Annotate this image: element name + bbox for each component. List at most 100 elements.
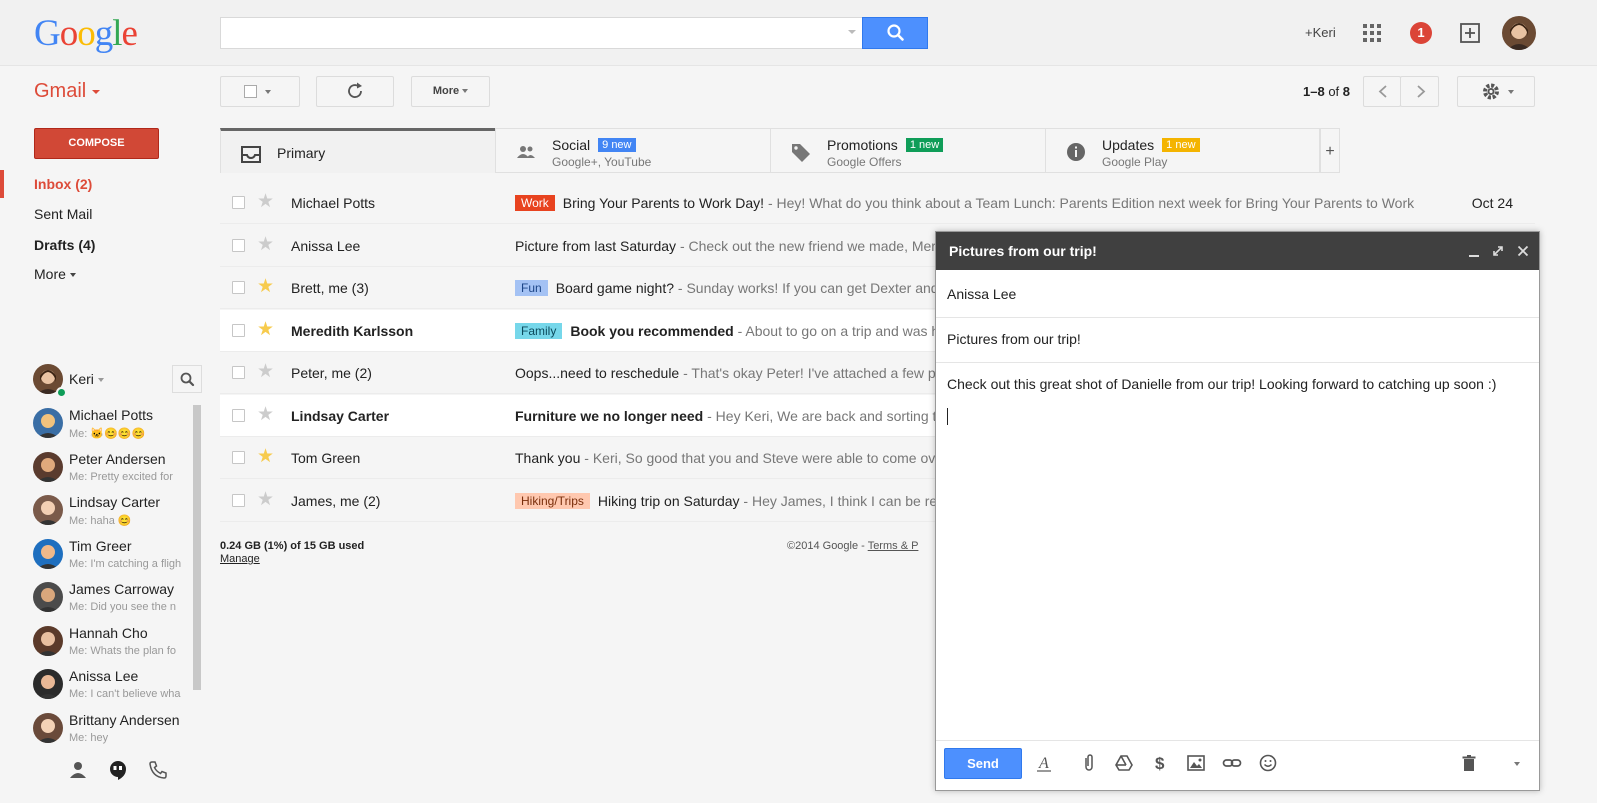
- row-checkbox[interactable]: [232, 281, 245, 294]
- email-subject: Picture from last Saturday: [515, 237, 677, 254]
- attach-file-icon[interactable]: [1079, 753, 1099, 773]
- manage-storage-link[interactable]: Manage: [220, 553, 260, 565]
- search-options-caret-icon[interactable]: [848, 30, 856, 34]
- search-button[interactable]: [862, 17, 928, 49]
- insert-photo-icon[interactable]: [1186, 753, 1206, 773]
- star-icon[interactable]: ★: [257, 447, 274, 467]
- share-plus-icon[interactable]: [1459, 22, 1481, 44]
- nav-item-drafts[interactable]: Drafts (4): [34, 237, 95, 253]
- compose-subject-field[interactable]: Pictures from our trip!: [947, 331, 1081, 347]
- email-snippet: - Sunday works! If you can get Dexter an…: [674, 280, 939, 296]
- compose-title: Pictures from our trip!: [949, 243, 1097, 259]
- compose-body-field[interactable]: Check out this great shot of Danielle fr…: [947, 376, 1496, 392]
- divider: [936, 317, 1539, 318]
- star-icon[interactable]: ★: [257, 404, 274, 425]
- close-icon[interactable]: [1515, 243, 1531, 259]
- email-row[interactable]: ★ Michael Potts Work Bring Your Parents to …: [220, 182, 1535, 224]
- row-checkbox[interactable]: [232, 493, 245, 507]
- hangouts-quote-icon[interactable]: [107, 759, 129, 781]
- tab-label: Updates 1 new: [1102, 137, 1200, 153]
- account-avatar[interactable]: [1502, 16, 1536, 50]
- hangouts-contact[interactable]: Peter Andersen Me: Pretty excited for: [0, 449, 190, 492]
- row-checkbox[interactable]: [232, 323, 245, 337]
- email-sender: Lindsay Carter: [291, 407, 390, 424]
- terms-link[interactable]: Terms & P: [868, 540, 919, 552]
- google-drive-icon[interactable]: [1114, 753, 1134, 773]
- email-subject: Hiking trip on Saturday: [597, 492, 740, 509]
- tab-primary[interactable]: Primary: [220, 128, 496, 173]
- star-icon[interactable]: ★: [257, 234, 274, 255]
- google-logo[interactable]: Google: [34, 12, 138, 56]
- more-actions-button[interactable]: More: [411, 76, 490, 107]
- hangouts-contact[interactable]: Anissa Lee Me: I can't believe wha: [0, 666, 190, 709]
- gmail-app-menu[interactable]: Gmail: [34, 80, 101, 103]
- plus-user-link[interactable]: +Keri: [1305, 25, 1336, 40]
- email-snippet: - Hey James, I think I can be re: [739, 492, 938, 509]
- hangouts-contact[interactable]: James Carroway Me: Did you see the n: [0, 579, 190, 622]
- compose-to-field[interactable]: Anissa Lee: [947, 286, 1016, 302]
- star-icon[interactable]: ★: [257, 489, 274, 510]
- search-input[interactable]: [220, 17, 863, 49]
- emoji-icon[interactable]: [1258, 753, 1278, 773]
- email-label[interactable]: Fun: [515, 280, 548, 296]
- expand-icon[interactable]: [1490, 243, 1506, 259]
- email-label[interactable]: Work: [515, 195, 555, 211]
- nav-item-inbox[interactable]: Inbox (2): [34, 176, 92, 192]
- hangouts-contact[interactable]: Hannah Cho Me: Whats the plan fo: [0, 623, 190, 666]
- chevron-down-icon: [69, 273, 76, 278]
- tab-updates[interactable]: Updates 1 new Google Play: [1045, 128, 1320, 173]
- tab-social[interactable]: Social 9 new Google+, YouTube: [495, 128, 771, 173]
- tab-sublabel: Google+, YouTube: [552, 155, 652, 169]
- contacts-person-icon[interactable]: [68, 760, 88, 780]
- star-icon[interactable]: ★: [257, 319, 274, 340]
- select-all-dropdown[interactable]: [220, 76, 300, 107]
- row-checkbox[interactable]: [232, 408, 245, 422]
- compose-title-bar[interactable]: Pictures from our trip!: [936, 232, 1539, 270]
- notifications-badge[interactable]: 1: [1410, 22, 1432, 44]
- hangouts-contact[interactable]: Brittany Andersen Me: hey: [0, 710, 190, 751]
- send-money-icon[interactable]: $: [1150, 753, 1170, 773]
- row-checkbox[interactable]: [232, 451, 245, 464]
- formatting-icon[interactable]: A: [1034, 753, 1054, 773]
- insert-link-icon[interactable]: [1222, 753, 1242, 773]
- nav-item-more[interactable]: More: [34, 266, 76, 282]
- phone-icon[interactable]: [148, 760, 168, 780]
- refresh-button[interactable]: [316, 76, 394, 107]
- compose-button[interactable]: COMPOSE: [34, 128, 159, 159]
- row-checkbox[interactable]: [232, 366, 245, 379]
- email-label[interactable]: Family: [515, 322, 563, 339]
- hangouts-contact[interactable]: Tim Greer Me: I'm catching a fligh: [0, 536, 190, 579]
- star-icon[interactable]: ★: [257, 192, 274, 212]
- settings-button[interactable]: [1457, 76, 1535, 107]
- contact-name: Brittany Andersen: [69, 711, 180, 728]
- row-checkbox[interactable]: [232, 238, 245, 252]
- add-tab-plus-icon[interactable]: +: [1320, 128, 1340, 173]
- row-checkbox[interactable]: [232, 196, 245, 209]
- hangouts-contact[interactable]: Lindsay Carter Me: haha 😊: [0, 492, 190, 535]
- older-page-button[interactable]: [1363, 76, 1401, 107]
- contact-last-message: Me: Whats the plan fo: [69, 644, 176, 657]
- more-options-chevron-down-icon[interactable]: [1514, 762, 1520, 766]
- hangouts-search-button[interactable]: [172, 365, 202, 393]
- star-icon[interactable]: ★: [257, 362, 274, 382]
- nav-item-sent-mail[interactable]: Sent Mail: [34, 206, 92, 222]
- email-sender: Peter, me (2): [291, 365, 372, 381]
- send-button[interactable]: Send: [944, 748, 1022, 779]
- email-label[interactable]: Hiking/Trips: [515, 492, 590, 509]
- search-icon: [180, 372, 195, 387]
- tab-label-text: Primary: [277, 145, 326, 161]
- email-content: Work Bring Your Parents to Work Day! - He…: [515, 195, 1435, 211]
- email-snippet: - Hey Keri, We are back and sorting t: [703, 407, 937, 424]
- apps-grid-icon[interactable]: [1363, 24, 1381, 42]
- hangouts-status-menu[interactable]: Keri: [69, 371, 104, 387]
- contacts-scrollbar[interactable]: [193, 405, 201, 690]
- email-snippet: - About to go on a trip and was h: [733, 322, 940, 339]
- star-icon[interactable]: ★: [257, 277, 274, 297]
- trash-icon[interactable]: [1459, 753, 1479, 773]
- hangouts-contact[interactable]: Michael Potts Me: 🐱😊😊😊: [0, 405, 190, 448]
- tab-promotions[interactable]: Promotions 1 new Google Offers: [770, 128, 1046, 173]
- active-nav-marker: [0, 170, 4, 198]
- newer-page-button[interactable]: [1400, 76, 1439, 107]
- inbox-tray-icon: [241, 146, 261, 163]
- minimize-icon[interactable]: [1466, 244, 1482, 260]
